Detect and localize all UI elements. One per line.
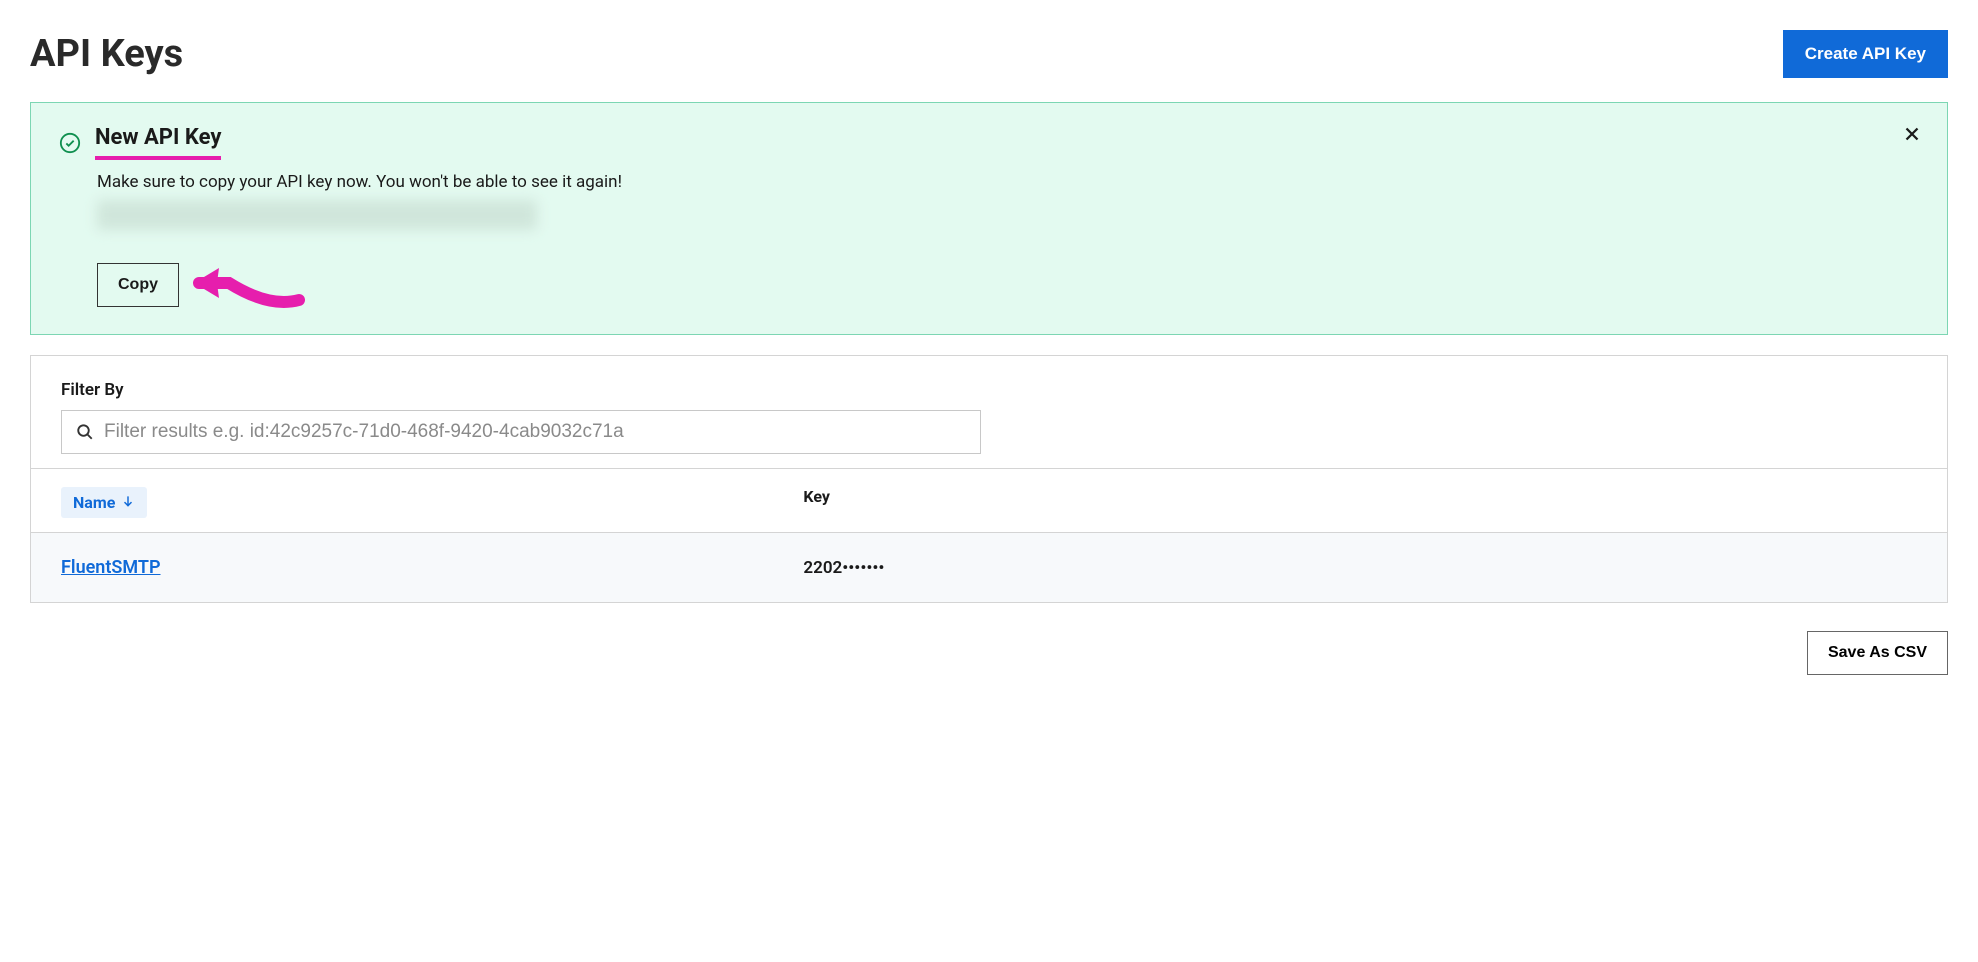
close-icon[interactable] bbox=[1901, 123, 1923, 149]
arrow-annotation-icon bbox=[189, 258, 309, 312]
search-icon bbox=[76, 423, 94, 441]
api-key-masked: 2202••••••• bbox=[803, 558, 1917, 578]
column-header-key[interactable]: Key bbox=[803, 487, 830, 506]
new-api-key-alert: New API Key Make sure to copy your API k… bbox=[30, 102, 1948, 335]
filter-input[interactable] bbox=[104, 421, 966, 443]
alert-title: New API Key bbox=[95, 125, 221, 160]
table-header-row: Name Key bbox=[31, 468, 1947, 532]
api-key-value-redacted bbox=[97, 200, 537, 230]
alert-message: Make sure to copy your API key now. You … bbox=[97, 172, 1919, 192]
api-key-name-link[interactable]: FluentSMTP bbox=[61, 557, 161, 578]
check-circle-icon bbox=[59, 132, 81, 154]
column-header-name[interactable]: Name bbox=[61, 487, 147, 518]
copy-button[interactable]: Copy bbox=[97, 263, 179, 307]
api-keys-table: Filter By Name Key bbox=[30, 355, 1948, 603]
page-title: API Keys bbox=[30, 32, 183, 76]
arrow-down-icon bbox=[121, 493, 135, 512]
column-header-name-label: Name bbox=[73, 493, 115, 512]
create-api-key-button[interactable]: Create API Key bbox=[1783, 30, 1948, 78]
save-as-csv-button[interactable]: Save As CSV bbox=[1807, 631, 1948, 675]
filter-by-label: Filter By bbox=[61, 380, 1917, 400]
table-row: FluentSMTP 2202••••••• bbox=[31, 532, 1947, 602]
